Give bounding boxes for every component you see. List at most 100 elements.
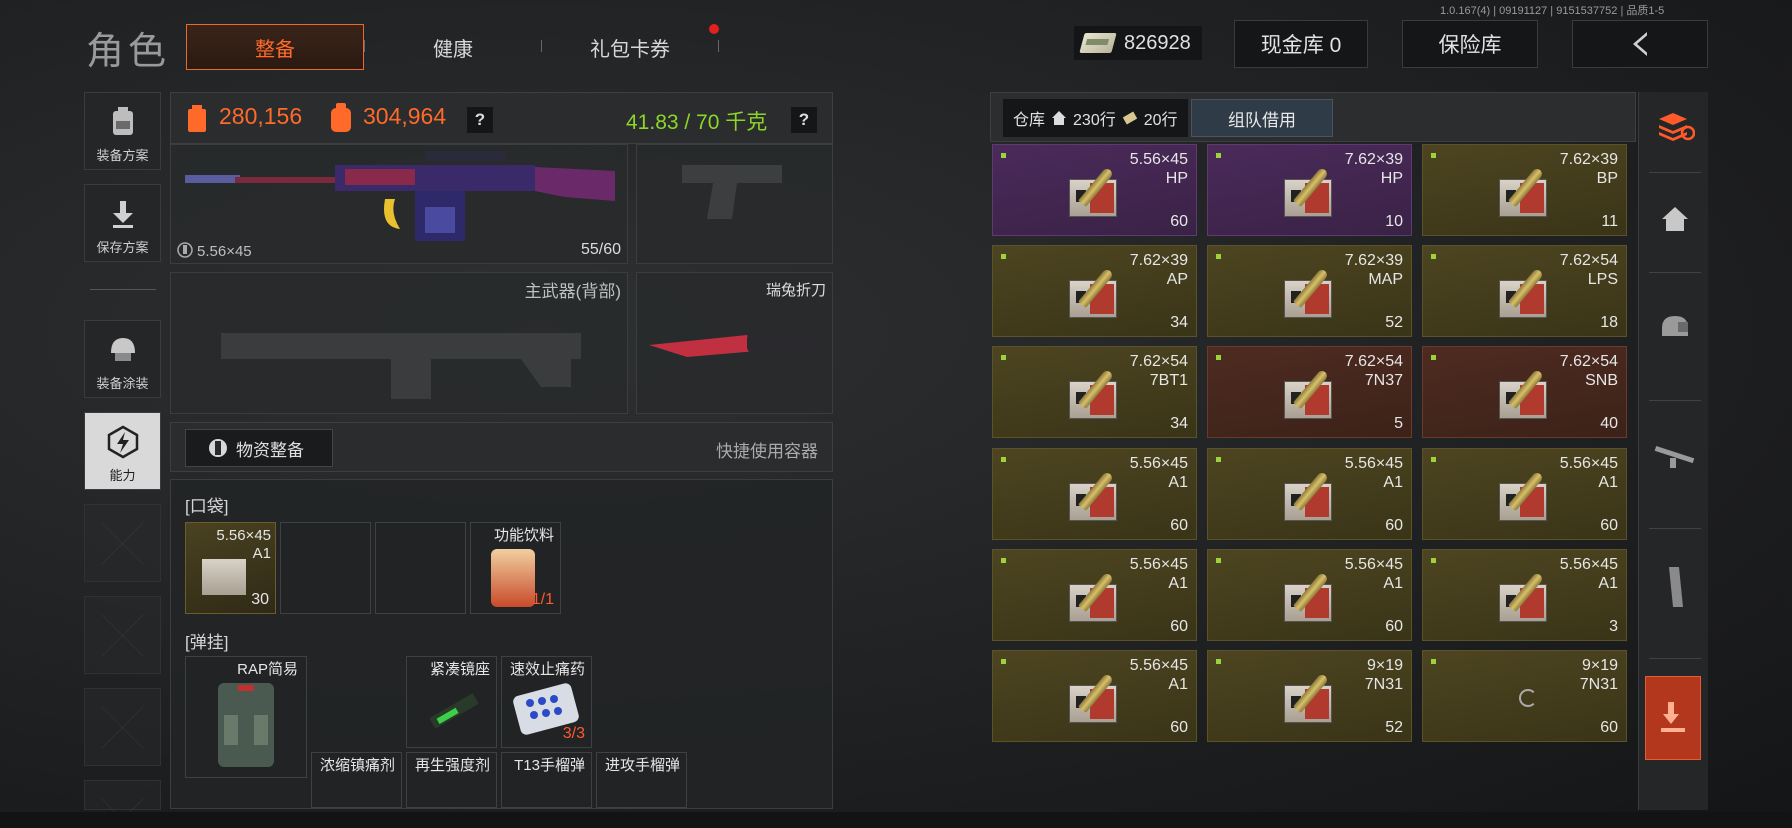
warehouse-item[interactable]: 7.62×54 SNB 40 xyxy=(1422,346,1627,438)
home-icon[interactable] xyxy=(1649,184,1701,254)
home-icon xyxy=(1052,111,1067,125)
ammo-type: HP xyxy=(1380,170,1403,187)
rig-label: [弹挂] xyxy=(185,633,229,652)
warehouse-item[interactable]: 5.56×45 A1 60 xyxy=(1422,448,1627,540)
ammo-name: 7.62×54 SNB xyxy=(1560,352,1618,390)
stats-bar: 280,156 304,964 ? 41.83 / 70 千克 ? xyxy=(170,92,833,144)
team-borrow-button[interactable]: 组队借用 xyxy=(1191,99,1333,137)
rig-slot[interactable]: T13手榴弹 xyxy=(501,752,592,808)
warehouse-rows: 230行 xyxy=(1073,112,1116,129)
energy-drink-icon xyxy=(491,549,535,607)
secondary-slot-label: 主武器(背部) xyxy=(524,282,621,301)
warehouse-item[interactable]: 9×19 7N31 52 xyxy=(1207,650,1412,742)
deposit-icon[interactable] xyxy=(1645,676,1701,760)
rig-vest-slot[interactable]: RAP简易 xyxy=(185,656,307,778)
rifle-icon[interactable] xyxy=(1649,422,1701,492)
new-item-marker xyxy=(1431,558,1436,563)
quick-container-label[interactable]: 快捷使用容器 xyxy=(716,437,818,462)
value-help-button[interactable]: ? xyxy=(467,107,493,133)
warehouse-item[interactable]: 7.62×54 7BT1 34 xyxy=(992,346,1197,438)
sidebar-empty-slot xyxy=(84,596,161,674)
sidebar-item-loadout[interactable]: 装备方案 xyxy=(84,92,161,170)
ammo-name: 5.56×45 A1 xyxy=(1130,454,1188,492)
pocket-slot[interactable]: 5.56×45 A1 30 xyxy=(185,522,276,614)
warehouse-item[interactable]: 9×19 7N31 60 xyxy=(1422,650,1627,742)
new-item-marker xyxy=(1216,254,1221,259)
nav-divider xyxy=(1649,400,1701,401)
warehouse-item[interactable]: 7.62×54 LPS 18 xyxy=(1422,245,1627,337)
weight-help-button[interactable]: ? xyxy=(791,107,817,133)
rifle-silhouette-icon xyxy=(221,333,581,399)
knife-slot[interactable]: 瑞兔折刀 xyxy=(636,272,833,414)
secondary-weapon-slot[interactable]: 主武器(背部) xyxy=(170,272,628,414)
equipment-value: 280,156 xyxy=(219,103,303,129)
warehouse-item[interactable]: 5.56×45 A1 60 xyxy=(992,448,1197,540)
warehouse-item[interactable]: 7.62×39 MAP 52 xyxy=(1207,245,1412,337)
pistol-slot[interactable] xyxy=(636,144,833,264)
warehouse-item[interactable]: 5.56×45 HP 60 xyxy=(992,144,1197,236)
pocket-slot[interactable]: 功能饮料 1/1 xyxy=(470,522,561,614)
warehouse-item[interactable]: 5.56×45 A1 3 xyxy=(1422,549,1627,641)
sidebar-item-label: 装备方案 xyxy=(96,148,149,163)
ammo-name: 7.62×39 MAP xyxy=(1345,251,1403,289)
pocket-slot-empty[interactable] xyxy=(375,522,466,614)
backpack-value-icon xyxy=(331,103,351,132)
rig-slot[interactable]: 进攻手榴弹 xyxy=(596,752,687,808)
warehouse-item[interactable]: 7.62×39 BP 11 xyxy=(1422,144,1627,236)
vest-image xyxy=(218,683,274,767)
ammo-count: 5 xyxy=(1394,415,1403,432)
ammo-name: 5.56×45 A1 xyxy=(1345,454,1403,492)
new-item-marker xyxy=(1001,659,1006,664)
tab-health[interactable]: 健康 xyxy=(364,24,542,70)
ammo-name: 7.62×39 HP xyxy=(1345,150,1403,188)
stack-icon[interactable] xyxy=(1649,92,1701,162)
pocket-slot-empty[interactable] xyxy=(280,522,371,614)
loading-spinner-icon xyxy=(1519,689,1537,707)
rig-slot[interactable]: 再生强度剂 xyxy=(406,752,497,808)
ammo-type: HP xyxy=(1165,170,1188,187)
armor-icon[interactable] xyxy=(1649,292,1701,362)
total-value: 304,964 xyxy=(363,103,447,129)
sidebar-item-ability[interactable]: 能力 xyxy=(84,412,161,490)
new-item-marker xyxy=(1001,254,1006,259)
pocket-panel: [口袋] 5.56×45 A1 30 功能饮料 1/1 [弹挂] RAP简易 紧… xyxy=(170,479,833,809)
warehouse-item[interactable]: 7.62×39 AP 34 xyxy=(992,245,1197,337)
tab-equip[interactable]: 整备 xyxy=(186,24,364,70)
ammo-type: A1 xyxy=(1168,676,1188,693)
ammo-count: 60 xyxy=(1600,517,1618,534)
ammo-type: SNB xyxy=(1585,372,1618,389)
warehouse-item[interactable]: 5.56×45 A1 60 xyxy=(1207,549,1412,641)
cash-amount: 826928 xyxy=(1124,31,1191,54)
supply-button[interactable]: 物资整备 xyxy=(185,429,333,467)
sidebar-item-skin[interactable]: 装备涂装 xyxy=(84,320,161,398)
sidebar-item-save[interactable]: 保存方案 xyxy=(84,184,161,262)
nav-divider xyxy=(1649,272,1701,273)
primary-weapon-slot[interactable]: 5.56×45 55/60 xyxy=(170,144,628,264)
rig-slot[interactable]: 速效止痛药 3/3 xyxy=(501,656,592,748)
back-button[interactable] xyxy=(1572,20,1708,68)
rig-slot[interactable]: 紧凑镜座 xyxy=(406,656,497,748)
new-item-marker xyxy=(1001,558,1006,563)
cash-vault-button[interactable]: 现金库 0 xyxy=(1234,20,1368,68)
ammo-count: 60 xyxy=(1600,719,1618,736)
ammo-type: LPS xyxy=(1587,271,1618,288)
new-item-marker xyxy=(1431,457,1436,462)
page-title: 角色 xyxy=(86,31,171,73)
new-item-marker xyxy=(1001,153,1006,158)
ammo-name: 5.56×45 A1 xyxy=(1130,555,1188,593)
magazine-icon[interactable] xyxy=(1649,552,1701,622)
warehouse-item[interactable]: 5.56×45 A1 60 xyxy=(992,650,1197,742)
ammo-count: 10 xyxy=(1385,213,1403,230)
ammo-type: A1 xyxy=(1383,575,1403,592)
safe-button[interactable]: 保险库 xyxy=(1402,20,1538,68)
rig-slot[interactable]: 浓缩镇痛剂 xyxy=(311,752,402,808)
warehouse-item[interactable]: 5.56×45 A1 60 xyxy=(992,549,1197,641)
sidebar-empty-slot xyxy=(84,780,161,810)
ammo-name: 5.56×45 A1 xyxy=(1560,454,1618,492)
warehouse-item[interactable]: 7.62×39 HP 10 xyxy=(1207,144,1412,236)
tab-gift-vouchers[interactable]: 礼包卡券 xyxy=(541,24,719,70)
warehouse-item[interactable]: 7.62×54 7N37 5 xyxy=(1207,346,1412,438)
warehouse-item[interactable]: 5.56×45 A1 60 xyxy=(1207,448,1412,540)
ammo-box-icon xyxy=(202,559,246,595)
ammo-caliber: 7.62×54 xyxy=(1559,252,1618,269)
